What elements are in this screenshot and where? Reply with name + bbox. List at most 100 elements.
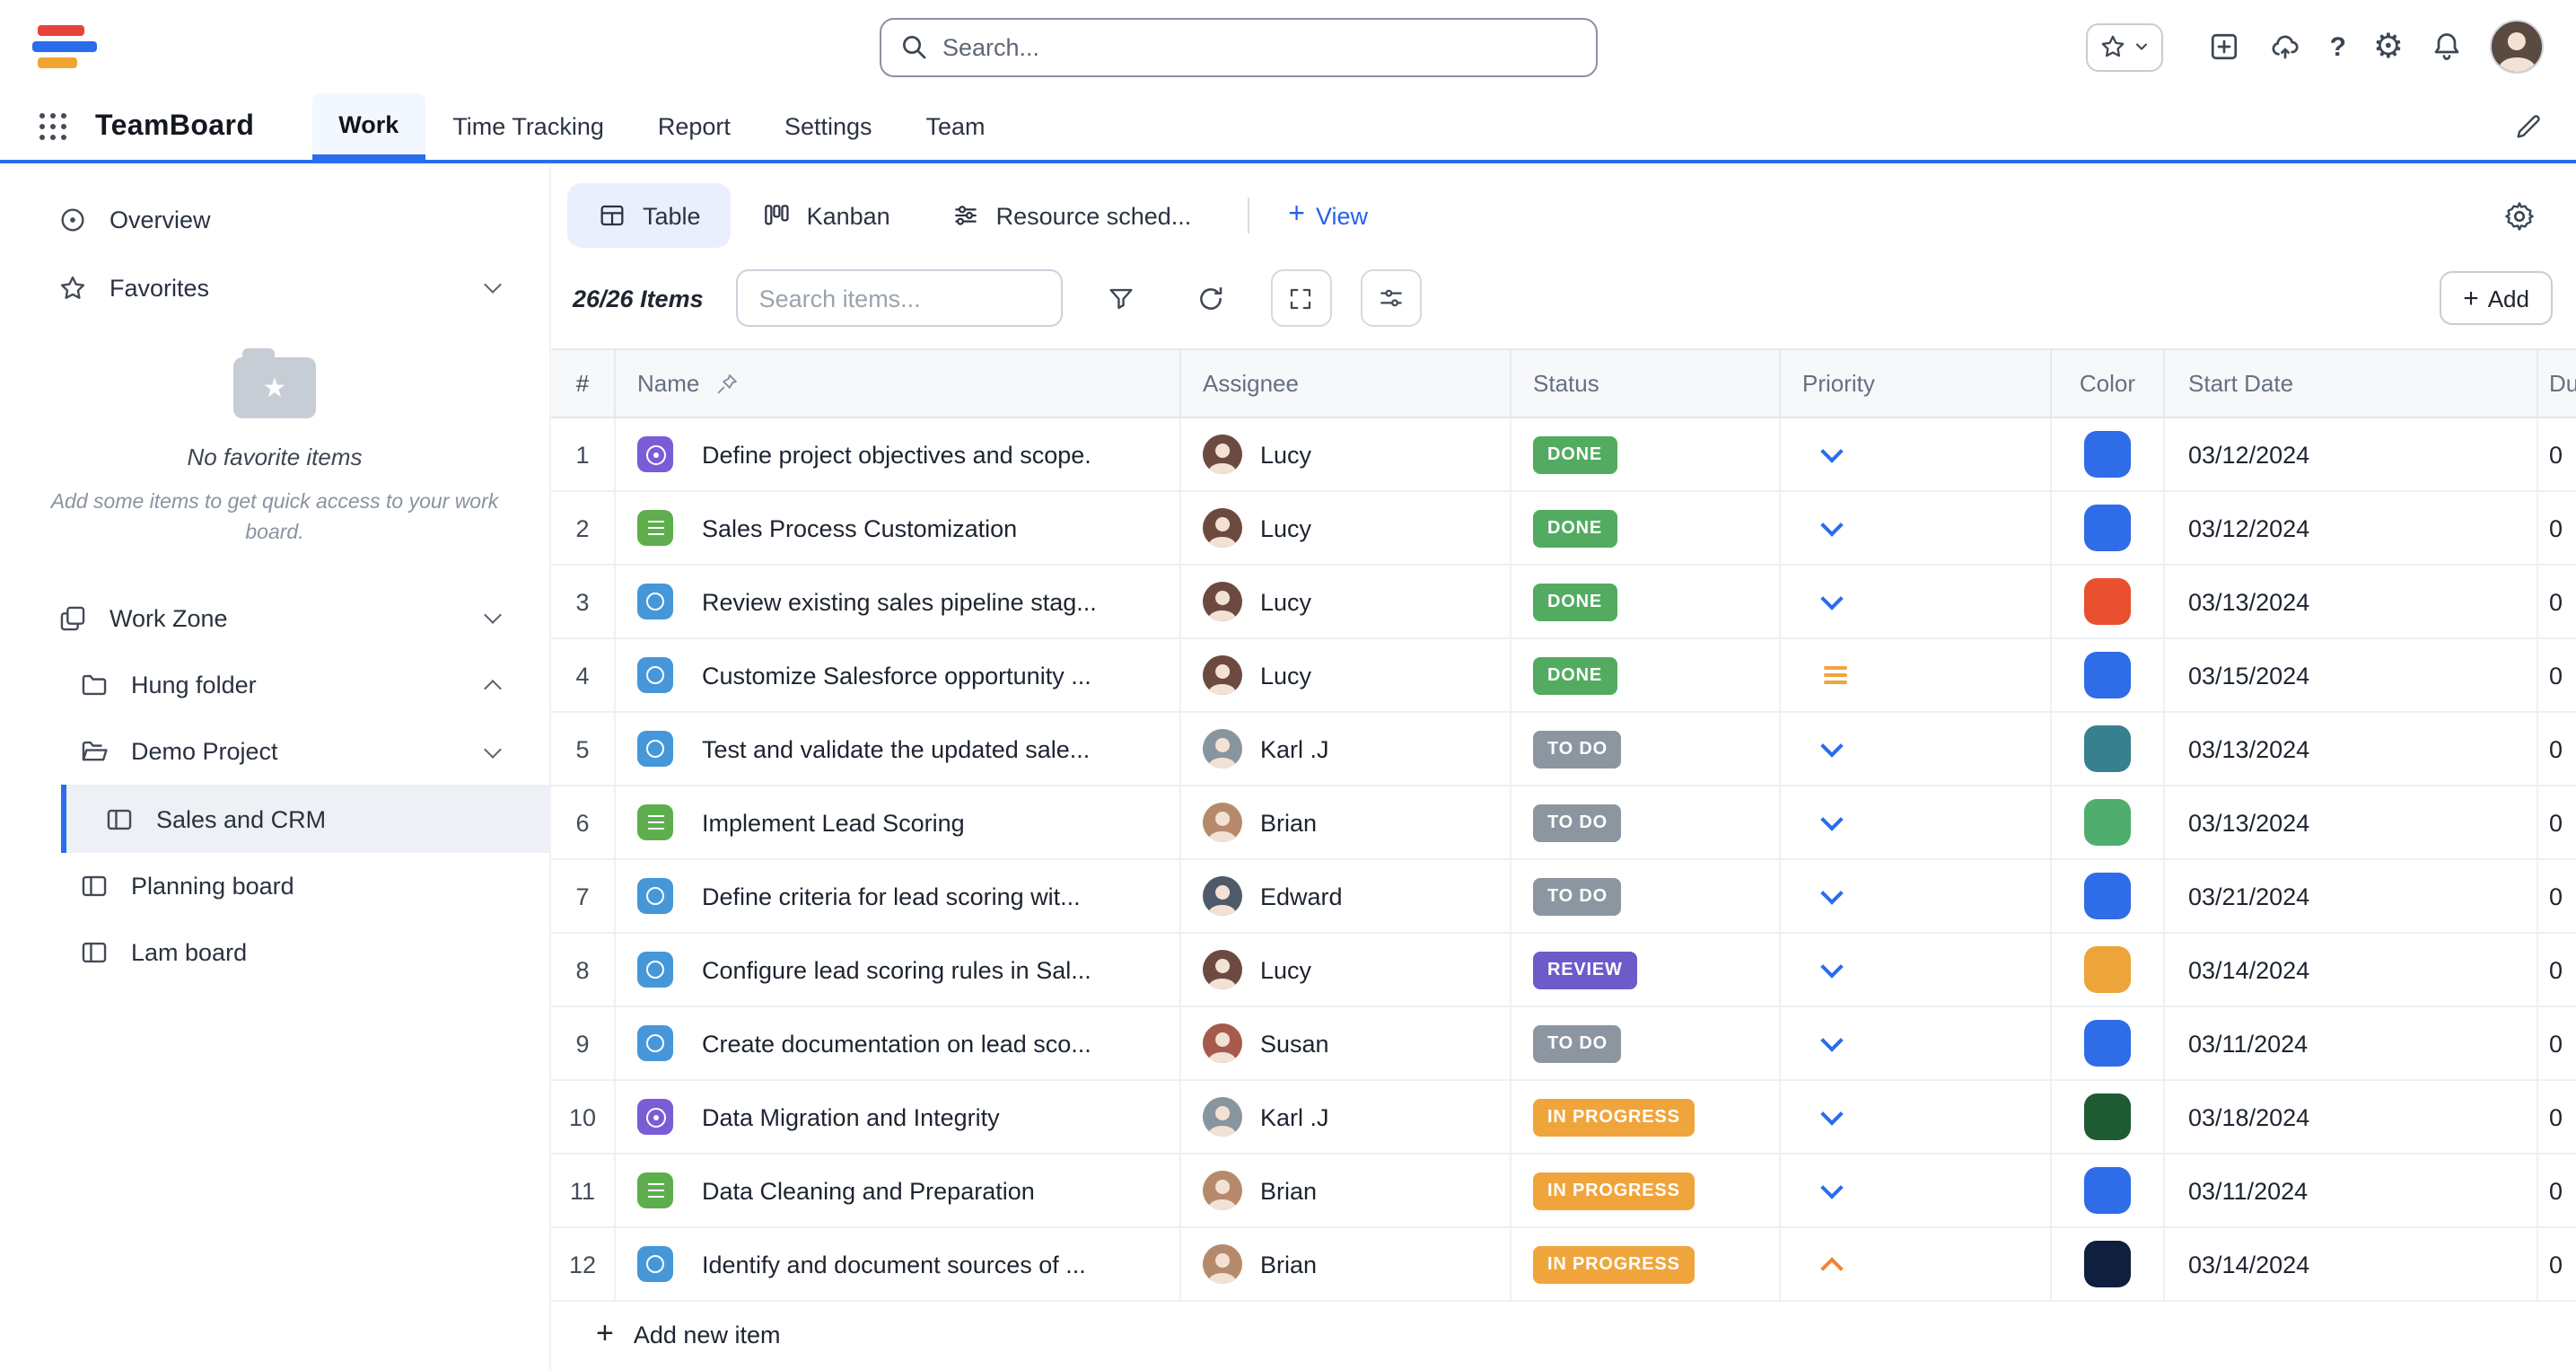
filter-button[interactable] bbox=[1091, 269, 1152, 327]
task-name-cell[interactable]: Create documentation on lead sco... bbox=[616, 1007, 1181, 1079]
view-tab-resource-scheduling[interactable]: Resource sched... bbox=[921, 183, 1222, 248]
chevron-down-icon[interactable] bbox=[484, 276, 502, 294]
global-search[interactable] bbox=[880, 17, 1598, 76]
priority-dropdown-icon[interactable] bbox=[1824, 449, 1840, 460]
color-cell[interactable] bbox=[2052, 1007, 2165, 1079]
color-chip[interactable] bbox=[2084, 1020, 2131, 1067]
nav-tab-team[interactable]: Team bbox=[899, 93, 1012, 160]
color-cell[interactable] bbox=[2052, 418, 2165, 490]
column-header-name[interactable]: Name bbox=[616, 350, 1181, 417]
sidebar-item-demo-project[interactable]: Demo Project bbox=[0, 719, 549, 786]
priority-dropdown-icon[interactable] bbox=[1824, 1252, 1840, 1276]
task-name-cell[interactable]: Sales Process Customization bbox=[616, 492, 1181, 564]
priority-cell[interactable] bbox=[1781, 786, 2052, 858]
priority-cell[interactable] bbox=[1781, 418, 2052, 490]
color-cell[interactable] bbox=[2052, 1155, 2165, 1226]
refresh-button[interactable] bbox=[1181, 269, 1242, 327]
status-cell[interactable]: TO DO bbox=[1511, 786, 1781, 858]
assignee-cell[interactable]: Lucy bbox=[1181, 639, 1511, 711]
color-cell[interactable] bbox=[2052, 566, 2165, 637]
due-date-cell[interactable]: 0 bbox=[2538, 566, 2576, 637]
column-header-num[interactable]: # bbox=[551, 350, 616, 417]
color-cell[interactable] bbox=[2052, 1228, 2165, 1300]
priority-cell[interactable] bbox=[1781, 860, 2052, 932]
priority-dropdown-icon[interactable] bbox=[1824, 1111, 1840, 1122]
status-cell[interactable]: DONE bbox=[1511, 639, 1781, 711]
task-name-cell[interactable]: Define project objectives and scope. bbox=[616, 418, 1181, 490]
priority-cell[interactable] bbox=[1781, 713, 2052, 785]
start-date-cell[interactable]: 03/18/2024 bbox=[2165, 1081, 2538, 1153]
priority-cell[interactable] bbox=[1781, 1155, 2052, 1226]
table-row[interactable]: 2 Sales Process Customization Lucy DONE … bbox=[551, 492, 2576, 566]
status-badge[interactable]: DONE bbox=[1533, 509, 1617, 547]
color-chip[interactable] bbox=[2084, 1241, 2131, 1287]
color-chip[interactable] bbox=[2084, 725, 2131, 772]
priority-cell[interactable] bbox=[1781, 492, 2052, 564]
assignee-cell[interactable]: Lucy bbox=[1181, 418, 1511, 490]
priority-cell[interactable] bbox=[1781, 934, 2052, 1006]
priority-dropdown-icon[interactable] bbox=[1824, 891, 1840, 901]
task-name-cell[interactable]: Define criteria for lead scoring wit... bbox=[616, 860, 1181, 932]
chevron-down-icon[interactable] bbox=[484, 607, 502, 625]
view-tab-kanban[interactable]: Kanban bbox=[732, 183, 921, 248]
edit-pencil-icon[interactable] bbox=[2513, 111, 2544, 142]
assignee-cell[interactable]: Lucy bbox=[1181, 934, 1511, 1006]
priority-dropdown-icon[interactable] bbox=[1824, 523, 1840, 533]
due-date-cell[interactable]: 0 bbox=[2538, 934, 2576, 1006]
status-badge[interactable]: DONE bbox=[1533, 435, 1617, 473]
table-row[interactable]: 10 Data Migration and Integrity Karl .J … bbox=[551, 1081, 2576, 1155]
status-badge[interactable]: IN PROGRESS bbox=[1533, 1245, 1695, 1283]
status-badge[interactable]: DONE bbox=[1533, 583, 1617, 620]
sidebar-item-lam-board[interactable]: Lam board bbox=[0, 920, 549, 987]
color-chip[interactable] bbox=[2084, 578, 2131, 625]
cloud-upload-icon[interactable] bbox=[2267, 31, 2303, 63]
status-cell[interactable]: DONE bbox=[1511, 492, 1781, 564]
table-row[interactable]: 7 Define criteria for lead scoring wit..… bbox=[551, 860, 2576, 934]
start-date-cell[interactable]: 03/11/2024 bbox=[2165, 1155, 2538, 1226]
status-badge[interactable]: TO DO bbox=[1533, 1024, 1622, 1062]
sidebar-item-sales-and-crm[interactable]: Sales and CRM bbox=[61, 786, 549, 854]
priority-dropdown-icon[interactable] bbox=[1824, 964, 1840, 975]
nav-tab-work[interactable]: Work bbox=[311, 93, 425, 160]
task-name-cell[interactable]: Test and validate the updated sale... bbox=[616, 713, 1181, 785]
priority-cell[interactable] bbox=[1781, 566, 2052, 637]
color-chip[interactable] bbox=[2084, 505, 2131, 551]
color-chip[interactable] bbox=[2084, 946, 2131, 993]
settings-gear-icon[interactable]: ⚙ bbox=[2373, 30, 2404, 64]
add-item-button[interactable]: + Add bbox=[2440, 271, 2553, 325]
fullscreen-button[interactable] bbox=[1271, 269, 1332, 327]
status-cell[interactable]: IN PROGRESS bbox=[1511, 1081, 1781, 1153]
color-cell[interactable] bbox=[2052, 492, 2165, 564]
due-date-cell[interactable]: 0 bbox=[2538, 1081, 2576, 1153]
due-date-cell[interactable]: 0 bbox=[2538, 1228, 2576, 1300]
status-cell[interactable]: TO DO bbox=[1511, 1007, 1781, 1079]
start-date-cell[interactable]: 03/14/2024 bbox=[2165, 934, 2538, 1006]
due-date-cell[interactable]: 0 bbox=[2538, 639, 2576, 711]
column-settings-button[interactable] bbox=[1361, 269, 1422, 327]
assignee-cell[interactable]: Brian bbox=[1181, 786, 1511, 858]
chevron-down-icon[interactable] bbox=[484, 741, 502, 759]
column-header-priority[interactable]: Priority bbox=[1781, 350, 2052, 417]
assignee-cell[interactable]: Brian bbox=[1181, 1228, 1511, 1300]
task-name-cell[interactable]: Implement Lead Scoring bbox=[616, 786, 1181, 858]
due-date-cell[interactable]: 0 bbox=[2538, 1007, 2576, 1079]
status-badge[interactable]: DONE bbox=[1533, 656, 1617, 694]
status-cell[interactable]: REVIEW bbox=[1511, 934, 1781, 1006]
color-cell[interactable] bbox=[2052, 1081, 2165, 1153]
priority-dropdown-icon[interactable] bbox=[1824, 743, 1840, 754]
status-cell[interactable]: IN PROGRESS bbox=[1511, 1228, 1781, 1300]
nav-tab-time-tracking[interactable]: Time Tracking bbox=[425, 93, 631, 160]
start-date-cell[interactable]: 03/14/2024 bbox=[2165, 1228, 2538, 1300]
table-row[interactable]: 8 Configure lead scoring rules in Sal...… bbox=[551, 934, 2576, 1007]
assignee-cell[interactable]: Lucy bbox=[1181, 492, 1511, 564]
table-row[interactable]: 3 Review existing sales pipeline stag...… bbox=[551, 566, 2576, 639]
priority-cell[interactable] bbox=[1781, 1007, 2052, 1079]
due-date-cell[interactable]: 0 bbox=[2538, 418, 2576, 490]
task-name-cell[interactable]: Configure lead scoring rules in Sal... bbox=[616, 934, 1181, 1006]
color-chip[interactable] bbox=[2084, 1167, 2131, 1214]
nav-tab-settings[interactable]: Settings bbox=[758, 93, 899, 160]
color-chip[interactable] bbox=[2084, 652, 2131, 698]
column-header-status[interactable]: Status bbox=[1511, 350, 1781, 417]
status-badge[interactable]: IN PROGRESS bbox=[1533, 1172, 1695, 1209]
color-chip[interactable] bbox=[2084, 873, 2131, 919]
